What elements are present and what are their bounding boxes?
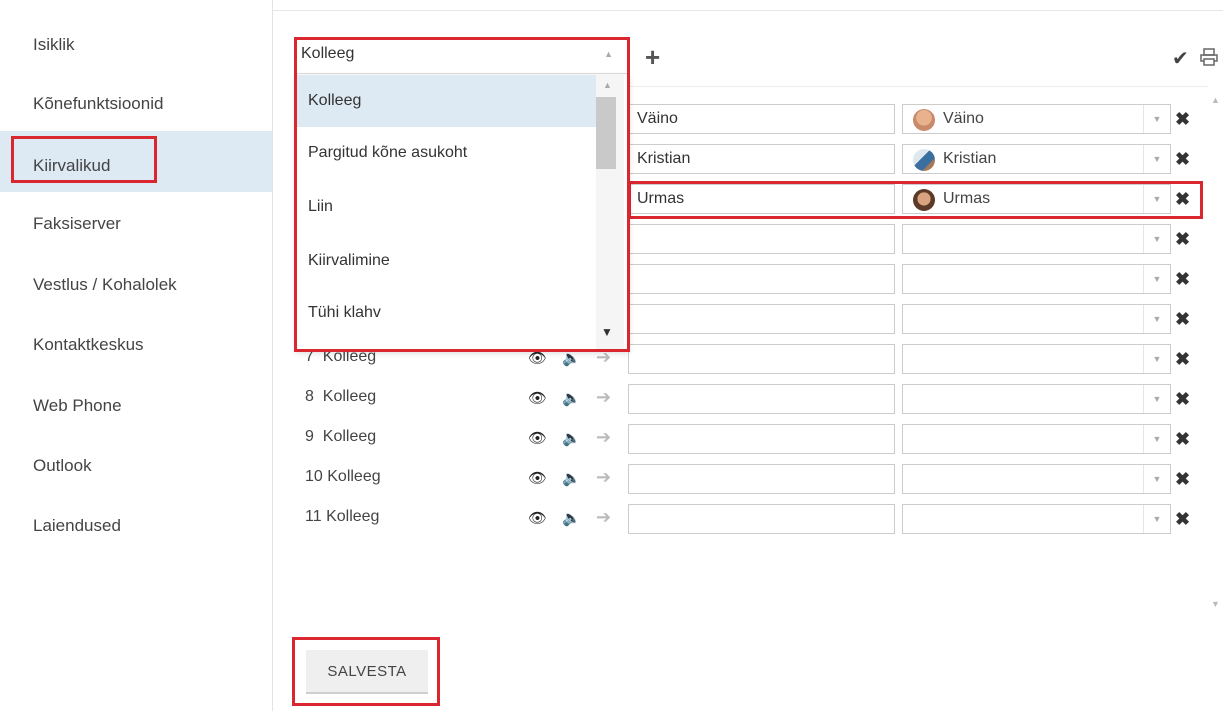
name-field[interactable] — [628, 464, 895, 494]
name-field[interactable]: Kristian — [628, 144, 895, 174]
chevron-down-icon[interactable]: ▼ — [1143, 105, 1170, 133]
user-select[interactable]: ▼ — [902, 424, 1171, 454]
dropdown-option-pargitud-kone-asukoht[interactable]: Pargitud kõne asukoht — [296, 127, 596, 179]
sidebar-item-faksiserver[interactable]: Faksiserver — [33, 214, 121, 234]
delete-icon[interactable]: ✖ — [1175, 229, 1190, 250]
user-name: Kristian — [943, 150, 997, 167]
dropdown-option-kolleeg[interactable]: Kolleeg — [296, 75, 596, 127]
chevron-down-icon[interactable]: ▼ — [1143, 385, 1170, 413]
delete-icon[interactable]: ✖ — [1175, 269, 1190, 290]
delete-icon[interactable]: ✖ — [1175, 149, 1190, 170]
dropdown-option-tuhi-klahv[interactable]: Tühi klahv — [296, 287, 596, 339]
name-field[interactable]: Väino — [628, 104, 895, 134]
name-field[interactable] — [628, 344, 895, 374]
sidebar-item-kontaktkeskus[interactable]: Kontaktkeskus — [33, 335, 144, 355]
chevron-down-icon[interactable]: ▼ — [1143, 225, 1170, 253]
eye-icon[interactable]: 👁 — [528, 429, 547, 447]
user-select[interactable]: ▼ — [902, 224, 1171, 254]
scroll-down-icon[interactable]: ▼ — [601, 325, 613, 339]
delete-icon[interactable]: ✖ — [1175, 469, 1190, 490]
chevron-down-icon[interactable]: ▼ — [1143, 265, 1170, 293]
delete-icon[interactable]: ✖ — [1175, 309, 1190, 330]
plus-icon[interactable]: + — [645, 42, 660, 73]
speaker-icon[interactable]: 🔈 — [562, 469, 581, 487]
type-select-value: Kolleeg — [301, 45, 355, 62]
user-select[interactable]: ▼ — [902, 304, 1171, 334]
user-name: Väino — [943, 110, 984, 127]
user-select[interactable]: ▼ — [902, 504, 1171, 534]
name-field[interactable] — [628, 384, 895, 414]
delete-icon[interactable]: ✖ — [1175, 389, 1190, 410]
user-select[interactable]: Väino ▼ — [902, 104, 1171, 134]
arrow-right-icon[interactable]: ➔ — [596, 467, 611, 488]
name-field[interactable] — [628, 504, 895, 534]
eye-icon[interactable]: 👁 — [528, 349, 547, 367]
dropdown-scroll-thumb[interactable] — [596, 97, 616, 169]
dropdown-option-kiirvalimine[interactable]: Kiirvalimine — [296, 235, 596, 287]
name-field[interactable]: Urmas — [628, 184, 895, 214]
dropdown-option-liin[interactable]: Liin — [296, 181, 596, 233]
sidebar-item-isiklik[interactable]: Isiklik — [33, 35, 75, 55]
delete-icon[interactable]: ✖ — [1175, 189, 1190, 210]
arrow-right-icon[interactable]: ➔ — [596, 427, 611, 448]
sidebar-item-vestlus-kohalolek[interactable]: Vestlus / Kohalolek — [33, 275, 177, 295]
user-select[interactable]: ▼ — [902, 464, 1171, 494]
user-select[interactable]: ▼ — [902, 264, 1171, 294]
avatar — [913, 109, 935, 131]
avatar — [913, 189, 935, 211]
type-dropdown: Kolleeg Pargitud kõne asukoht Liin Kiirv… — [296, 75, 629, 351]
speaker-icon[interactable]: 🔈 — [562, 389, 581, 407]
printer-icon[interactable] — [1200, 48, 1218, 71]
user-select[interactable]: Kristian ▼ — [902, 144, 1171, 174]
arrow-right-icon[interactable]: ➔ — [596, 507, 611, 528]
speaker-icon[interactable]: 🔈 — [562, 429, 581, 447]
row-number: 11 Kolleeg — [305, 508, 380, 525]
user-select[interactable]: Urmas ▼ — [902, 184, 1171, 214]
check-icon[interactable]: ✔ — [1172, 46, 1189, 71]
delete-icon[interactable]: ✖ — [1175, 349, 1190, 370]
top-divider — [272, 10, 1223, 11]
chevron-down-icon[interactable]: ▼ — [1143, 185, 1170, 213]
sidebar-item-laiendused[interactable]: Laiendused — [33, 516, 121, 536]
row-number: 10 Kolleeg — [305, 468, 381, 485]
user-name: Urmas — [943, 190, 991, 207]
speaker-icon[interactable]: 🔈 — [562, 509, 581, 527]
sidebar-item-web-phone[interactable]: Web Phone — [33, 396, 122, 416]
scroll-up-icon[interactable]: ▲ — [603, 80, 612, 90]
speaker-icon[interactable]: 🔈 — [562, 349, 581, 367]
chevron-down-icon[interactable]: ▼ — [1143, 425, 1170, 453]
eye-icon[interactable]: 👁 — [528, 509, 547, 527]
name-field[interactable] — [628, 224, 895, 254]
chevron-down-icon[interactable]: ▼ — [1143, 305, 1170, 333]
caret-up-icon[interactable]: ▲ — [604, 49, 613, 59]
avatar — [913, 149, 935, 171]
chevron-down-icon[interactable]: ▼ — [1143, 505, 1170, 533]
sidebar-item-outlook[interactable]: Outlook — [33, 456, 92, 476]
scroll-up-icon[interactable]: ▲ — [1211, 95, 1220, 105]
sidebar-item-konefunktsioonid[interactable]: Kõnefunktsioonid — [33, 94, 163, 114]
row-number: 9 Kolleeg — [305, 428, 377, 445]
scroll-down-icon[interactable]: ▼ — [1211, 599, 1220, 609]
delete-icon[interactable]: ✖ — [1175, 109, 1190, 130]
name-field[interactable] — [628, 264, 895, 294]
chevron-down-icon[interactable]: ▼ — [1143, 345, 1170, 373]
sidebar-item-kiirvalikud[interactable]: Kiirvalikud — [33, 156, 110, 176]
delete-icon[interactable]: ✖ — [1175, 429, 1190, 450]
row-number: 8 Kolleeg — [305, 388, 377, 405]
arrow-right-icon[interactable]: ➔ — [596, 387, 611, 408]
eye-icon[interactable]: 👁 — [528, 469, 547, 487]
user-select[interactable]: ▼ — [902, 344, 1171, 374]
name-field[interactable] — [628, 304, 895, 334]
delete-icon[interactable]: ✖ — [1175, 509, 1190, 530]
settings-sidebar: Isiklik Kõnefunktsioonid Kiirvalikud Fak… — [0, 0, 273, 711]
chevron-down-icon[interactable]: ▼ — [1143, 145, 1170, 173]
eye-icon[interactable]: 👁 — [528, 389, 547, 407]
type-select[interactable]: Kolleeg ▲ — [296, 38, 629, 74]
chevron-down-icon[interactable]: ▼ — [1143, 465, 1170, 493]
name-field[interactable] — [628, 424, 895, 454]
user-select[interactable]: ▼ — [902, 384, 1171, 414]
save-button[interactable]: SALVESTA — [306, 650, 428, 694]
